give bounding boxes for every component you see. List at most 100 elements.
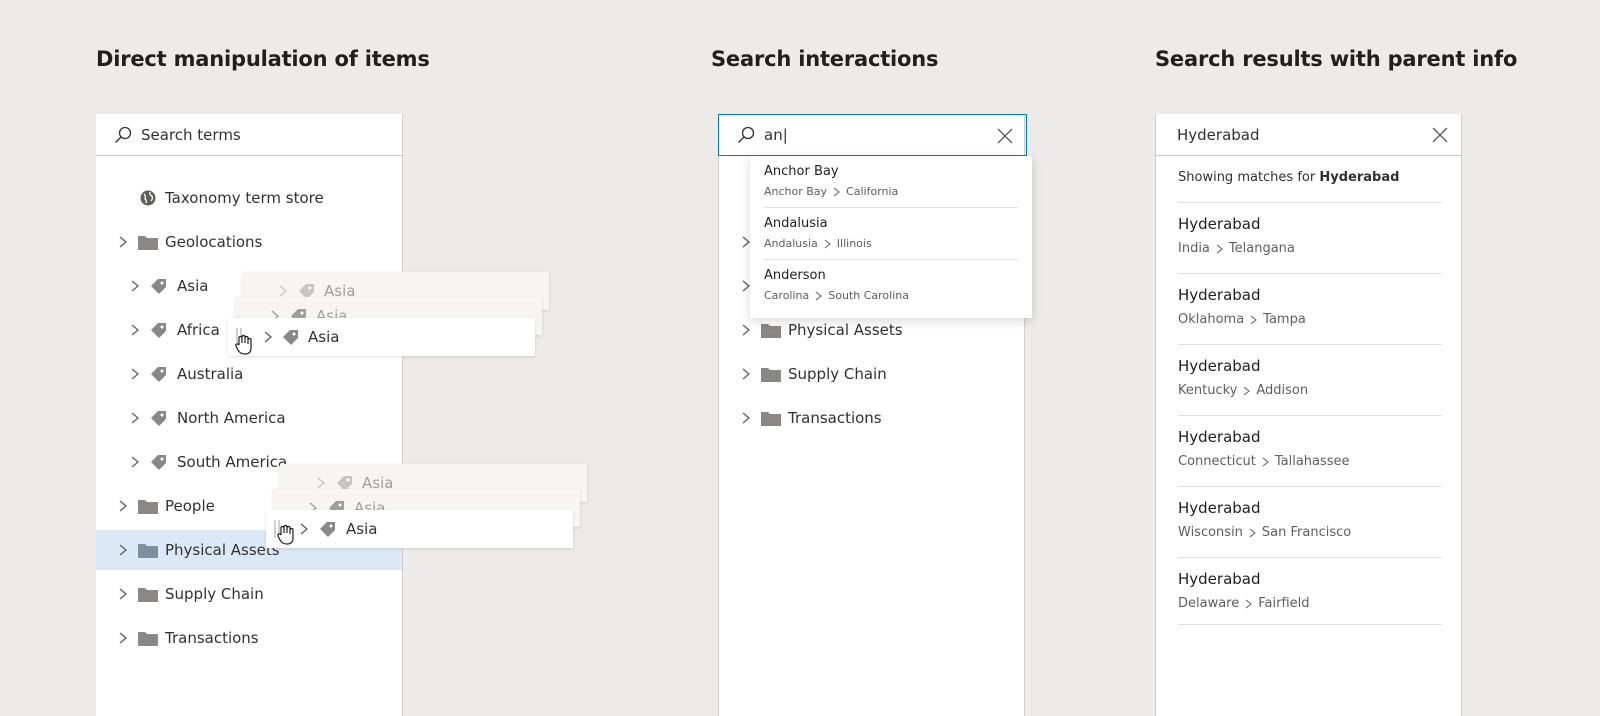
path-child: Fairfield <box>1258 596 1310 611</box>
tree-item-taxonomy-term-store[interactable]: Taxonomy term store <box>96 178 402 218</box>
result-title: Hyderabad <box>1178 428 1261 446</box>
chevron-right-icon[interactable] <box>741 324 751 336</box>
clear-search-icon[interactable] <box>996 127 1014 145</box>
chevron-right-icon[interactable] <box>130 412 140 424</box>
term-store-panel: Search terms Taxonomy term store Geoloca… <box>96 114 403 716</box>
result-path: Wisconsin San Francisco <box>1178 525 1351 540</box>
search-suggestions-dropdown: Anchor Bay Anchor Bay California Andalus… <box>750 156 1032 318</box>
search-icon <box>115 126 132 143</box>
tree-item-transactions[interactable]: Transactions <box>719 398 1024 438</box>
tree-item-geolocations[interactable]: Geolocations <box>96 222 402 262</box>
tree-label: South America <box>177 453 288 471</box>
chevron-right-icon <box>1244 386 1251 395</box>
tree-label: Supply Chain <box>165 585 264 603</box>
tree-label: Geolocations <box>165 233 263 251</box>
tree-label: Transactions <box>788 409 882 427</box>
chevron-right-icon <box>1262 457 1269 466</box>
matches-term: Hyderabad <box>1319 170 1400 185</box>
path-parent: Carolina <box>764 289 810 302</box>
suggestion-title: Anchor Bay <box>764 164 839 179</box>
chevron-right-icon[interactable] <box>118 500 128 512</box>
chevron-right-icon[interactable] <box>130 324 140 336</box>
path-parent: Delaware <box>1178 596 1240 611</box>
chevron-right-icon <box>1250 315 1257 324</box>
search-placeholder: Search terms <box>141 125 241 144</box>
drag-ghost-asia[interactable]: Asia <box>266 510 573 548</box>
tree-label: Asia <box>177 277 209 295</box>
suggestion-item[interactable]: Anderson Carolina South Carolina <box>764 260 1018 312</box>
search-result[interactable]: Hyderabad Connecticut Tallahassee <box>1178 415 1442 486</box>
chevron-right-icon[interactable] <box>741 412 751 424</box>
suggestion-path: Carolina South Carolina <box>764 289 909 302</box>
folder-icon <box>138 588 158 602</box>
search-result[interactable]: Hyderabad Kentucky Addison <box>1178 344 1442 415</box>
search-results-panel: Hyderabad Showing matches for Hyderabad … <box>1155 114 1462 716</box>
chevron-right-icon[interactable] <box>741 368 751 380</box>
chevron-right-icon <box>317 477 326 489</box>
clear-search-icon[interactable] <box>1431 126 1449 144</box>
chevron-right-icon <box>300 523 309 535</box>
chevron-right-icon[interactable] <box>118 632 128 644</box>
tag-icon <box>283 330 298 345</box>
result-path: Delaware Fairfield <box>1178 596 1310 611</box>
chevron-right-icon[interactable] <box>130 280 140 292</box>
tree-item-supply-chain[interactable]: Supply Chain <box>719 354 1024 394</box>
result-path: Kentucky Addison <box>1178 383 1308 398</box>
result-title: Hyderabad <box>1178 215 1261 233</box>
path-child: Tallahassee <box>1274 454 1350 469</box>
path-parent: India <box>1178 241 1210 256</box>
tree-item-north-america[interactable]: North America <box>96 398 402 438</box>
tree-label: North America <box>177 409 286 427</box>
chevron-right-icon <box>264 331 273 343</box>
search-result[interactable]: Hyderabad Delaware Fairfield <box>1178 557 1442 628</box>
suggestion-path: Andalusia Illinois <box>764 237 872 250</box>
search-input[interactable]: an| <box>718 114 1027 156</box>
path-parent: Wisconsin <box>1178 525 1243 540</box>
search-terms-input[interactable]: Search terms <box>96 114 402 156</box>
path-child: Illinois <box>836 237 872 250</box>
tree-item-supply-chain[interactable]: Supply Chain <box>96 574 402 614</box>
chevron-right-icon[interactable] <box>130 368 140 380</box>
tag-icon <box>151 367 166 382</box>
tree-item-transactions[interactable]: Transactions <box>96 618 402 658</box>
search-result[interactable]: Hyderabad Wisconsin San Francisco <box>1178 486 1442 557</box>
search-result[interactable]: Hyderabad India Telangana <box>1178 202 1442 273</box>
drag-ghost-label: Asia <box>308 328 340 346</box>
direct-manipulation-title: Direct manipulation of items <box>96 47 430 71</box>
drag-ghost-asia[interactable]: Asia <box>228 318 535 356</box>
tree-label: Physical Assets <box>165 541 280 559</box>
tree-label: Africa <box>177 321 220 339</box>
chevron-right-icon <box>1216 244 1223 253</box>
result-title: Hyderabad <box>1178 357 1261 375</box>
path-parent: Kentucky <box>1178 383 1238 398</box>
folder-icon <box>761 368 781 382</box>
folder-icon <box>138 236 158 250</box>
chevron-right-icon <box>833 187 840 196</box>
tree-item-australia[interactable]: Australia <box>96 354 402 394</box>
search-value: an| <box>764 126 788 144</box>
path-parent: Andalusia <box>764 237 818 250</box>
tag-icon <box>320 522 335 537</box>
suggestion-item[interactable]: Anchor Bay Anchor Bay California <box>764 156 1018 208</box>
suggestion-item[interactable]: Andalusia Andalusia Illinois <box>764 208 1018 260</box>
chevron-right-icon[interactable] <box>130 456 140 468</box>
tag-icon <box>151 455 166 470</box>
path-parent: Connecticut <box>1178 454 1256 469</box>
tag-icon <box>151 323 166 338</box>
chevron-right-icon[interactable] <box>118 236 128 248</box>
globe-icon <box>140 190 156 206</box>
grab-cursor-icon <box>277 524 294 545</box>
search-results-title: Search results with parent info <box>1155 47 1518 71</box>
chevron-right-icon[interactable] <box>118 588 128 600</box>
tree-label: Transactions <box>165 629 259 647</box>
path-child: California <box>846 185 899 198</box>
tree-label: Australia <box>177 365 244 383</box>
path-child: Telangana <box>1228 241 1295 256</box>
tree-label: Supply Chain <box>788 365 887 383</box>
chevron-right-icon <box>824 239 831 248</box>
folder-icon <box>138 544 158 558</box>
matches-summary: Showing matches for Hyderabad <box>1178 170 1399 185</box>
chevron-right-icon[interactable] <box>118 544 128 556</box>
search-result[interactable]: Hyderabad Oklahoma Tampa <box>1178 273 1442 344</box>
search-input[interactable]: Hyderabad <box>1156 114 1461 156</box>
